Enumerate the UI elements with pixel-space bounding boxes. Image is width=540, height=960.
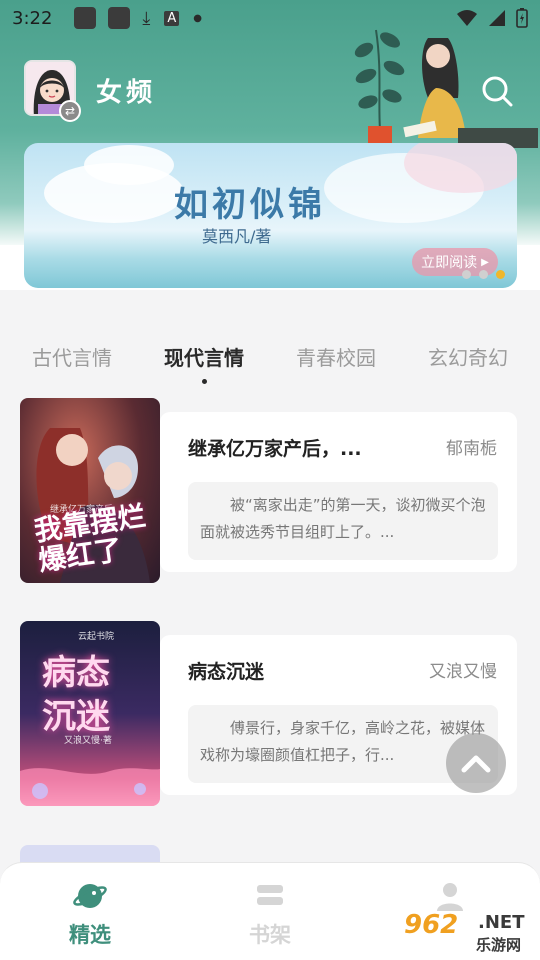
carousel-indicator (462, 270, 505, 279)
channel-title[interactable]: 女频 (96, 72, 156, 109)
book-card[interactable]: 云起书院 病态沉迷 又浪又慢·著 病态沉迷 又浪又慢 傅景行，身家千亿，高岭之花… (20, 621, 517, 806)
book-title[interactable]: 继承亿万家产后，... (188, 434, 362, 461)
a-letter-icon: A (164, 10, 180, 26)
category-tabs: 古代言情 现代言情 青春校园 玄幻奇幻 (0, 338, 540, 384)
carousel-dot[interactable] (462, 270, 471, 279)
wifi-icon (457, 10, 477, 26)
tab-modern-romance[interactable]: 现代言情 (162, 338, 246, 384)
watermark-number: 962 (404, 910, 459, 940)
tab-campus-youth[interactable]: 青春校园 (294, 338, 378, 378)
watermark-sub: 乐游网 (476, 936, 522, 954)
carousel-dot-active[interactable] (496, 270, 505, 279)
read-now-label: 立即阅读 (421, 255, 478, 271)
tab-fantasy[interactable]: 玄幻奇幻 (426, 338, 510, 378)
watermark-suffix: .NET (478, 912, 525, 933)
carousel-dot[interactable] (479, 270, 488, 279)
book-blurb: 被“离家出走”的第一天，谈初微买个泡面就被选秀节目组盯上了。... (188, 482, 498, 560)
status-time: 3:22 (12, 7, 53, 29)
book-cover[interactable]: 云起书院 病态沉迷 又浪又慢·著 (20, 621, 160, 806)
cover-sea-illustration (20, 768, 160, 806)
book-card[interactable]: 继承亿万家产后 我靠摆烂爆红了 继承亿万家产后，... 郁南栀 被“离家出走”的… (20, 398, 517, 583)
bottom-navigation: 精选 书架 (0, 862, 540, 960)
nav-featured[interactable]: 精选 (0, 863, 180, 960)
app-square-icon (74, 7, 97, 29)
search-icon[interactable] (480, 74, 514, 108)
banner-title: 如初似锦 (174, 185, 326, 225)
book-title[interactable]: 病态沉迷 (188, 657, 264, 684)
swap-icon[interactable]: ⇄ (59, 100, 81, 122)
cloud-decoration (84, 145, 174, 185)
download-icon: ⤓ (142, 7, 151, 29)
nav-label: 书架 (249, 922, 291, 947)
nav-bookshelf[interactable]: 书架 (180, 863, 360, 960)
signal-icon (489, 10, 505, 26)
tab-ancient-romance[interactable]: 古代言情 (30, 338, 114, 378)
user-icon (437, 883, 463, 911)
chevron-right-icon: ▶ (481, 256, 489, 268)
app-square-icon (108, 7, 131, 29)
planet-icon (73, 884, 107, 908)
woman-reading-illustration (403, 38, 538, 148)
battery-icon (516, 8, 528, 28)
dot-icon: ● (193, 12, 203, 24)
status-bar: 3:22 ⤓ A ● (0, 0, 540, 36)
bookshelf-icon (257, 885, 283, 905)
book-author: 郁南栀 (446, 439, 497, 459)
chevron-up-icon (461, 755, 491, 773)
featured-banner[interactable]: 如初似锦 莫西凡/著 立即阅读 ▶ (24, 143, 517, 288)
book-author: 又浪又慢 (429, 662, 497, 682)
nav-label: 精选 (69, 922, 111, 947)
scroll-to-top-button[interactable] (446, 733, 506, 793)
banner-author: 莫西凡/著 (202, 227, 272, 246)
book-cover[interactable]: 继承亿万家产后 我靠摆烂爆红了 (20, 398, 160, 583)
